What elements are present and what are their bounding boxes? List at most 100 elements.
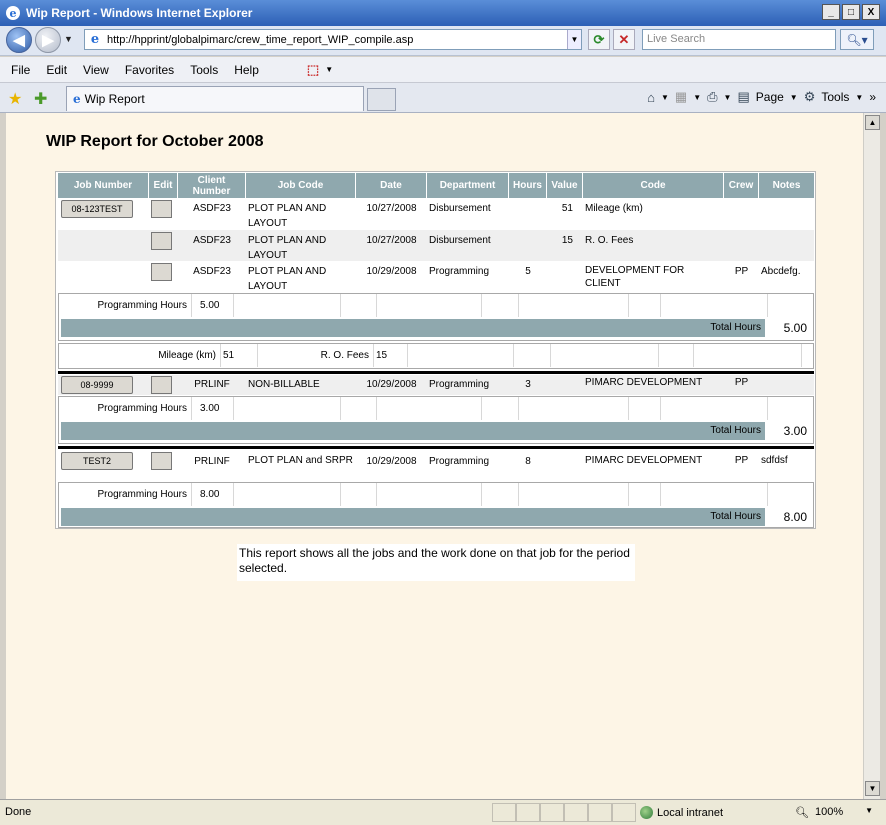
col-client-number: Client Number	[178, 173, 246, 198]
tools-menu-dropdown-icon[interactable]: ▼	[855, 93, 863, 102]
address-dropdown-icon[interactable]: ▼	[567, 30, 581, 49]
table-row: 08-123TEST ASDF23 PLOT PLAN AND LAYOUT 1…	[58, 198, 814, 230]
menu-help[interactable]: Help	[226, 63, 267, 77]
col-date: Date	[356, 173, 427, 198]
scroll-up-button[interactable]: ▲	[865, 115, 880, 130]
menu-tools[interactable]: Tools	[182, 63, 226, 77]
total-row: Total Hours 3.00	[61, 421, 811, 441]
vertical-scrollbar[interactable]: ▲ ▼	[863, 113, 880, 799]
job-number-button[interactable]: 08-123TEST	[61, 200, 133, 218]
page-menu-dropdown-icon[interactable]: ▼	[790, 93, 798, 102]
search-input[interactable]: Live Search	[642, 29, 836, 50]
address-url: http://hpprint/globalpimarc/crew_time_re…	[107, 33, 414, 46]
zoom-level: 100%	[814, 806, 844, 818]
ie-logo-icon: e	[6, 6, 20, 20]
hours: 8	[525, 456, 531, 467]
page-content: WIP Report for October 2008 Job Number E…	[6, 113, 863, 799]
search-button[interactable]: 🔍︎ ▾	[840, 29, 874, 50]
col-department: Department	[427, 173, 509, 198]
favorites-star-icon[interactable]: ★	[8, 89, 22, 109]
edit-button[interactable]	[151, 452, 172, 470]
forward-button[interactable]: ▶	[35, 27, 61, 53]
code: DEVELOPMENT FOR CLIENT	[585, 265, 685, 289]
notes: Abcdefg.	[761, 266, 801, 277]
page-icon: e	[90, 32, 100, 47]
summary-value: 8.00	[192, 483, 234, 506]
print-icon[interactable]: ⎙	[707, 89, 717, 105]
status-bar: Done Local intranet 🔍︎ 100% ▼	[0, 799, 886, 825]
total-value: 3.00	[765, 421, 811, 441]
summary-label: Programming Hours	[59, 397, 192, 420]
stop-button[interactable]: ✕	[613, 29, 635, 50]
back-button[interactable]: ◀	[6, 27, 32, 53]
recent-pages-dropdown[interactable]: ▼	[64, 34, 73, 44]
date: 10/27/2008	[366, 203, 417, 214]
date: 10/29/2008	[366, 266, 417, 277]
new-tab-button[interactable]	[367, 88, 396, 111]
job-number-button[interactable]: TEST2	[61, 452, 133, 470]
home-icon[interactable]: ⌂	[647, 90, 655, 105]
zoom-dropdown-icon[interactable]: ▼	[865, 806, 873, 819]
print-dropdown-icon[interactable]: ▼	[724, 93, 732, 102]
security-zone[interactable]: Local intranet	[640, 806, 723, 819]
tab-label: Wip Report	[84, 92, 145, 106]
department: Programming	[429, 456, 490, 467]
job-summary: Programming Hours 8.00 Total Hours 8.00	[58, 482, 814, 528]
job-code: PLOT PLAN AND LAYOUT	[248, 235, 327, 261]
search-icon: 🔍︎	[846, 32, 862, 47]
zoom-control[interactable]: 🔍︎ 100% ▼	[795, 806, 873, 819]
notes	[759, 198, 814, 230]
notes: sdfdsf	[761, 455, 788, 466]
address-field[interactable]: e http://hpprint/globalpimarc/crew_time_…	[84, 29, 582, 50]
disbursement-label: R. O. Fees	[258, 344, 374, 367]
client-number: ASDF23	[193, 203, 231, 214]
edit-button[interactable]	[151, 200, 172, 218]
edit-button[interactable]	[151, 232, 172, 250]
crew	[724, 198, 759, 230]
job-code: PLOT PLAN and SRPR	[248, 455, 353, 466]
date: 10/29/2008	[366, 456, 417, 467]
hours: 3	[525, 379, 531, 390]
feeds-dropdown-icon[interactable]: ▼	[693, 93, 701, 102]
favorites-bar: ★ ✚ e Wip Report ⌂ ▼ ▦ ▼ ⎙ ▼ ▤ Page ▼ ⚙ Tools ▼…	[0, 83, 886, 113]
pdf-dropdown-icon[interactable]: ▼	[325, 65, 333, 74]
job-number-button[interactable]: 08-9999	[61, 376, 133, 394]
department: Disbursement	[429, 235, 491, 246]
menu-favorites[interactable]: Favorites	[117, 63, 182, 77]
tools-menu[interactable]: Tools	[821, 90, 849, 104]
zone-label: Local intranet	[657, 806, 724, 819]
notes	[759, 375, 814, 395]
menu-view[interactable]: View	[75, 63, 117, 77]
client-number: PRLINF	[194, 456, 230, 467]
scroll-down-button[interactable]: ▼	[865, 781, 880, 796]
command-bar: ⌂ ▼ ▦ ▼ ⎙ ▼ ▤ Page ▼ ⚙ Tools ▼ »	[647, 89, 876, 105]
edit-button[interactable]	[151, 376, 172, 394]
col-job-code: Job Code	[246, 173, 356, 198]
summary-label: Programming Hours	[59, 483, 192, 506]
close-button[interactable]: X	[862, 4, 880, 20]
more-chevron-icon[interactable]: »	[869, 90, 876, 104]
page-menu-icon: ▤	[737, 89, 750, 104]
hours	[509, 198, 547, 230]
total-row: Total Hours 5.00	[61, 318, 811, 338]
total-value: 8.00	[765, 507, 811, 527]
table-row: ASDF23 PLOT PLAN AND LAYOUT 10/29/2008 P…	[58, 261, 814, 292]
home-dropdown-icon[interactable]: ▼	[661, 93, 669, 102]
page-menu[interactable]: Page	[756, 90, 784, 104]
add-favorite-icon[interactable]: ✚	[34, 89, 47, 109]
edit-button[interactable]	[151, 263, 172, 281]
minimize-button[interactable]: _	[822, 4, 840, 20]
feeds-icon[interactable]: ▦	[675, 89, 687, 105]
job-code: PLOT PLAN AND LAYOUT	[248, 203, 327, 229]
refresh-button[interactable]: ⟳	[588, 29, 610, 50]
client-number: PRLINF	[194, 379, 230, 390]
date: 10/29/2008	[366, 379, 417, 390]
tab-wip-report[interactable]: e Wip Report	[66, 86, 364, 111]
value: 51	[561, 203, 573, 214]
disbursement-summary: Mileage (km) 51 R. O. Fees 15	[58, 343, 814, 369]
pdf-icon[interactable]: ⬚	[307, 62, 319, 78]
maximize-button[interactable]: □	[842, 4, 860, 20]
menu-file[interactable]: File	[0, 63, 38, 77]
menu-edit[interactable]: Edit	[38, 63, 75, 77]
hours: 5	[525, 266, 531, 277]
